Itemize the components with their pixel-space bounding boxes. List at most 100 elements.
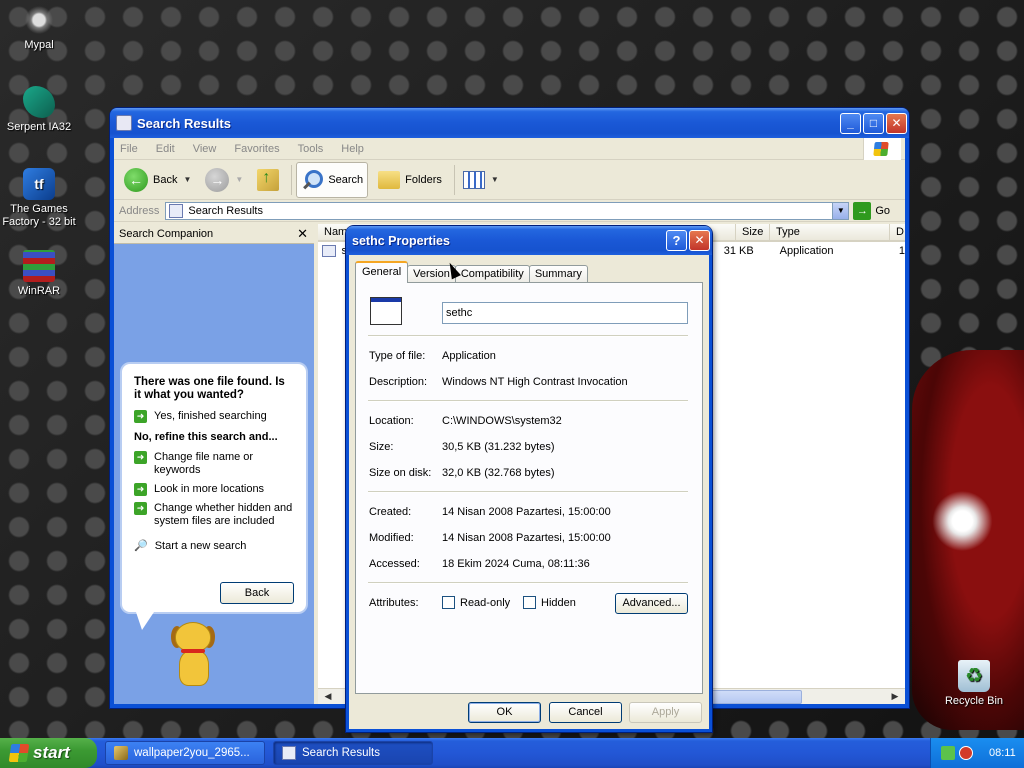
desktop-icon-games-factory[interactable]: tf The Games Factory - 32 bit: [0, 168, 79, 229]
chevron-down-icon[interactable]: ▼: [491, 175, 499, 184]
menu-view[interactable]: View: [193, 143, 217, 155]
toolbar-separator: [453, 164, 455, 195]
menu-edit[interactable]: Edit: [156, 143, 175, 155]
toolbar-separator: [291, 164, 293, 195]
chevron-down-icon[interactable]: ▼: [183, 175, 191, 184]
address-input[interactable]: Search Results ▼: [165, 201, 850, 220]
row-date: 1: [898, 245, 905, 257]
change-name-link[interactable]: ➜ Change file name or keywords: [134, 451, 294, 477]
search-icon: [301, 169, 324, 191]
back-button[interactable]: ← Back ▼: [120, 162, 195, 198]
close-button[interactable]: ✕: [886, 112, 907, 134]
clock[interactable]: 08:11: [989, 747, 1016, 759]
toolbar: ← Back ▼ → ▼ Search Folders: [114, 160, 905, 200]
help-button[interactable]: ?: [666, 230, 687, 251]
search-companion-pane: Search Companion ✕ There was one file fo…: [114, 224, 314, 704]
accessed-value: 18 Ekim 2024 Cuma, 08:11:36: [442, 558, 590, 570]
file-name-input[interactable]: sethc: [442, 302, 688, 324]
tab-general[interactable]: General: [355, 261, 409, 283]
companion-title: Search Companion: [119, 227, 214, 240]
menu-help[interactable]: Help: [341, 143, 364, 155]
tab-compatibility[interactable]: Compatibility: [454, 265, 530, 283]
close-icon[interactable]: ✕: [297, 226, 308, 242]
scroll-right-icon[interactable]: ▶: [887, 689, 903, 704]
window-titlebar[interactable]: Search Results _ □ ✕: [110, 108, 909, 138]
desktop-icon-serpent[interactable]: Serpent IA32: [0, 86, 79, 134]
yes-finished-link[interactable]: ➜ Yes, finished searching: [134, 410, 294, 423]
results-found-text: There was one file found. Is it what you…: [134, 376, 285, 401]
task-label: wallpaper2you_2965...: [134, 747, 250, 759]
tab-summary[interactable]: Summary: [528, 265, 588, 283]
taskbar: start wallpaper2you_2965... Search Resul…: [0, 738, 1024, 768]
menu-file[interactable]: File: [120, 143, 138, 155]
search-label: Search: [328, 173, 364, 186]
accessed-label: Accessed:: [369, 558, 420, 570]
apply-button[interactable]: Apply: [629, 702, 702, 723]
magnifier-icon: 🔎: [134, 540, 148, 552]
hidden-files-link[interactable]: ➜ Change whether hidden and system files…: [134, 502, 294, 528]
desktop-icon-mypal[interactable]: Mypal: [0, 4, 79, 52]
folders-button[interactable]: Folders: [374, 162, 446, 198]
cancel-button[interactable]: Cancel: [549, 702, 622, 723]
search-button[interactable]: Search: [296, 161, 369, 198]
read-only-label: Read-only: [460, 596, 511, 609]
window-icon: [116, 115, 132, 131]
new-search-link[interactable]: 🔎 Start a new search: [134, 540, 294, 553]
menu-bar: File Edit View Favorites Tools Help: [114, 138, 905, 160]
window-title: Search Results: [137, 115, 231, 131]
read-only-checkbox[interactable]: Read-only: [442, 596, 510, 609]
maximize-button[interactable]: □: [863, 112, 884, 134]
chevron-down-icon[interactable]: ▼: [832, 202, 849, 219]
chevron-down-icon[interactable]: ▼: [235, 175, 243, 184]
link-label: Start a new search: [154, 540, 247, 552]
column-date[interactable]: D: [890, 224, 904, 240]
advanced-button[interactable]: Advanced...: [615, 593, 688, 614]
task-label: Search Results: [302, 747, 380, 759]
up-folder-button[interactable]: [253, 162, 283, 198]
divider: [368, 491, 688, 493]
taskbar-item-wallpaper[interactable]: wallpaper2you_2965...: [105, 741, 265, 765]
go-button[interactable]: → Go: [853, 201, 891, 220]
menu-tools[interactable]: Tools: [298, 143, 324, 155]
size-label: Size:: [369, 441, 394, 453]
start-button[interactable]: start: [0, 738, 97, 768]
menu-favorites[interactable]: Favorites: [234, 143, 279, 155]
taskbar-item-search-results[interactable]: Search Results: [273, 741, 433, 765]
general-panel: sethc Type of file: Application Descript…: [355, 282, 703, 694]
dialog-close-button[interactable]: ✕: [689, 230, 710, 251]
security-alert-icon[interactable]: [959, 746, 973, 760]
column-type[interactable]: Type: [770, 224, 890, 240]
minimize-button[interactable]: _: [840, 112, 861, 134]
network-icon[interactable]: [941, 746, 955, 760]
desktop-icon-label: The Games Factory - 32 bit: [2, 203, 76, 228]
games-factory-icon: tf: [23, 168, 55, 200]
location-value: C:\WINDOWS\system32: [442, 415, 562, 427]
created-label: Created:: [369, 506, 412, 518]
link-label: Look in more locations: [154, 483, 265, 495]
type-value: Application: [442, 350, 496, 362]
hidden-checkbox[interactable]: Hidden: [523, 596, 576, 609]
ok-button[interactable]: OK: [468, 702, 541, 723]
desktop-icon-recycle-bin[interactable]: ♻ Recycle Bin: [934, 660, 1014, 708]
start-label: start: [33, 743, 70, 762]
dog-body: [179, 650, 209, 686]
scroll-left-icon[interactable]: ◀: [320, 689, 336, 704]
address-label: Address: [119, 204, 160, 217]
views-button[interactable]: ▼: [459, 162, 503, 198]
dialog-titlebar[interactable]: sethc Properties ? ✕: [346, 226, 712, 255]
forward-button[interactable]: → ▼: [201, 162, 247, 198]
link-label: Change whether hidden and system files a…: [154, 502, 293, 527]
divider: [368, 335, 688, 337]
checkbox-box: [523, 596, 536, 609]
companion-back-button[interactable]: Back: [220, 582, 294, 604]
go-label: Go: [875, 204, 891, 217]
green-arrow-icon: ➜: [134, 410, 147, 423]
forward-arrow-icon: →: [205, 167, 230, 192]
desktop-icon-winrar[interactable]: WinRAR: [0, 250, 79, 298]
more-locations-link[interactable]: ➜ Look in more locations: [134, 483, 294, 496]
serpent-icon: [23, 86, 55, 118]
back-arrow-icon: ←: [124, 167, 148, 192]
desktop-icon-label: Serpent IA32: [6, 121, 72, 133]
column-size[interactable]: Size: [736, 224, 770, 240]
search-dog-icon[interactable]: [169, 622, 217, 692]
